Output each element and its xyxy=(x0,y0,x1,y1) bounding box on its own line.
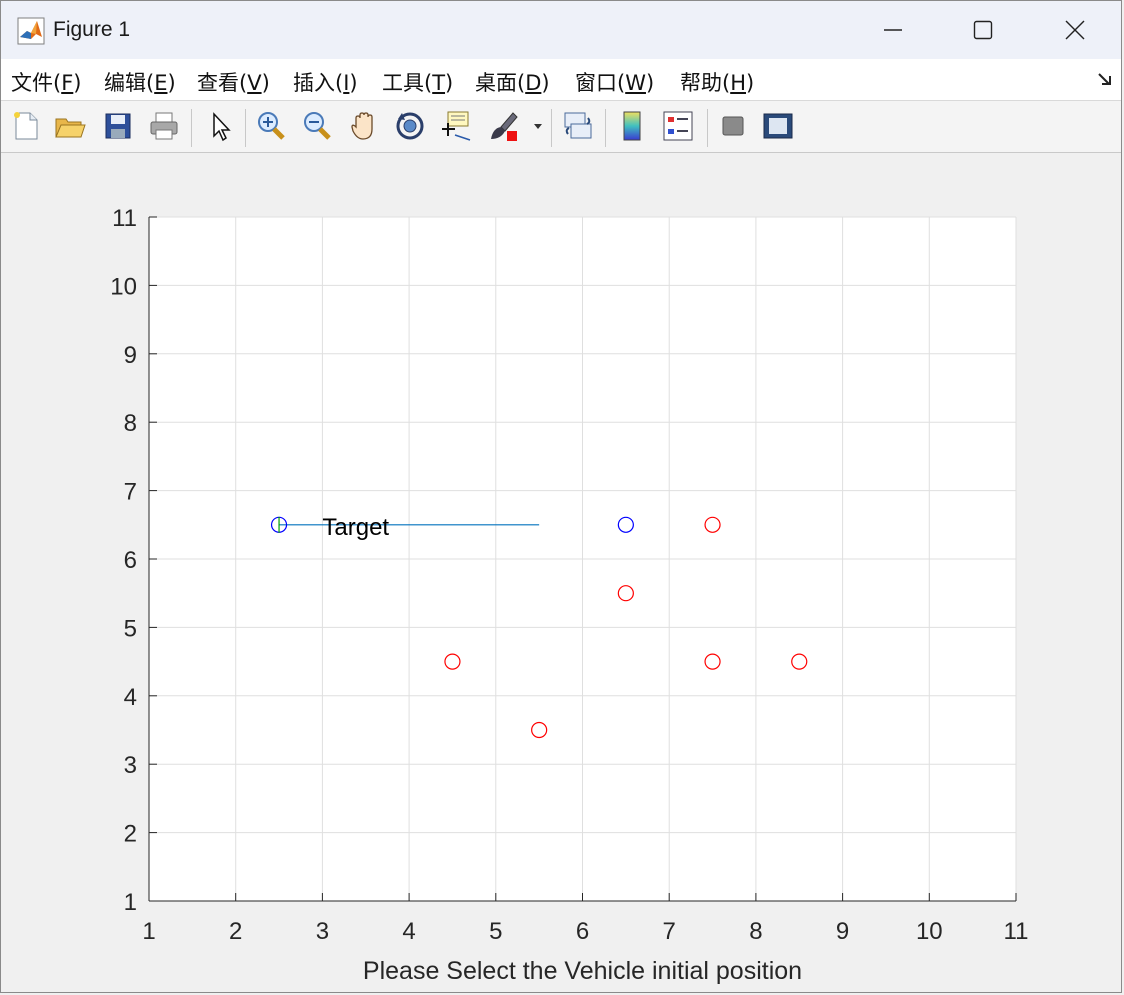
y-tick-label: 8 xyxy=(124,410,137,437)
menu-desktop[interactable]: 桌面(D) xyxy=(475,67,550,97)
menu-edit[interactable]: 编辑(E) xyxy=(104,67,176,97)
y-tick-label: 5 xyxy=(124,615,137,642)
toolbar-separator xyxy=(551,109,552,147)
plot-annotations: Target xyxy=(322,514,389,541)
title-bar: Figure 1 xyxy=(1,1,1121,59)
x-tick-label: 6 xyxy=(576,918,589,945)
figure-canvas-area: 1 2 3 4 5 6 7 8 9 10 11 1 2 3 4 5 6 7 8 9 10 11 Target Please… xyxy=(1,153,1122,993)
zoom-out-icon xyxy=(304,112,331,140)
link-plot-button[interactable] xyxy=(561,109,595,143)
close-button[interactable] xyxy=(1029,1,1121,59)
target-label: Target xyxy=(322,514,389,541)
folder-open-icon xyxy=(55,118,86,138)
hide-tools-icon xyxy=(722,116,744,136)
zoom-in-icon xyxy=(258,112,285,140)
rotate-3d-icon xyxy=(396,112,424,140)
legend-icon xyxy=(663,111,693,141)
x-tick-label: 10 xyxy=(916,918,943,945)
figure-window: Figure 1 文件(F) 编辑(E) 查看(V) 插入(I) 工具(T) 桌… xyxy=(0,0,1122,993)
save-icon xyxy=(105,113,131,139)
zoom-in-button[interactable] xyxy=(254,109,288,143)
x-tick-label: 1 xyxy=(142,918,155,945)
y-tick-label: 4 xyxy=(124,684,137,711)
x-tick-label: 5 xyxy=(489,918,502,945)
y-tick-label: 7 xyxy=(124,479,137,506)
x-tick-label: 8 xyxy=(749,918,762,945)
close-icon xyxy=(1065,20,1085,40)
dock-arrow-icon[interactable] xyxy=(1097,71,1113,87)
menu-window[interactable]: 窗口(W) xyxy=(575,67,654,97)
maximize-button[interactable] xyxy=(937,1,1029,59)
x-tick-label: 7 xyxy=(663,918,676,945)
edit-plot-button[interactable] xyxy=(203,109,237,143)
toolbar-separator xyxy=(245,109,246,147)
window-title: Figure 1 xyxy=(53,18,131,41)
minimize-button[interactable] xyxy=(847,1,939,59)
toolbar-separator xyxy=(605,109,606,147)
x-tick-label: 11 xyxy=(1004,918,1029,945)
toolbar-separator xyxy=(707,109,708,147)
data-cursor-icon xyxy=(442,111,471,141)
new-figure-button[interactable] xyxy=(9,109,43,143)
x-tick-label: 2 xyxy=(229,918,242,945)
zoom-out-button[interactable] xyxy=(300,109,334,143)
print-figure-button[interactable] xyxy=(147,109,181,143)
y-tick-label: 1 xyxy=(124,889,137,916)
menu-file[interactable]: 文件(F) xyxy=(11,67,82,97)
menu-insert[interactable]: 插入(I) xyxy=(293,67,358,97)
printer-icon xyxy=(150,112,178,140)
toolbar-separator xyxy=(191,109,192,147)
plot-svg[interactable]: 1 2 3 4 5 6 7 8 9 10 111234567891011 Target Please… xyxy=(1,153,1122,993)
cursor-arrow-icon xyxy=(213,112,231,142)
brush-button[interactable] xyxy=(487,109,521,143)
show-tools-icon xyxy=(763,113,793,139)
save-figure-button[interactable] xyxy=(101,109,135,143)
x-tick-label: 4 xyxy=(402,918,415,945)
hide-plot-tools-button[interactable] xyxy=(716,109,750,143)
insert-colorbar-button[interactable] xyxy=(615,109,649,143)
brush-icon xyxy=(491,112,518,141)
open-file-button[interactable] xyxy=(53,109,87,143)
new-file-icon xyxy=(14,112,38,140)
menu-tools[interactable]: 工具(T) xyxy=(382,67,453,97)
colorbar-icon xyxy=(623,111,641,141)
x-axis-label: Please Select the Vehicle initial positi… xyxy=(363,957,802,985)
menu-view[interactable]: 查看(V) xyxy=(197,67,270,97)
show-plot-tools-button[interactable] xyxy=(761,109,795,143)
y-tick-label: 6 xyxy=(124,547,137,574)
link-plot-icon xyxy=(564,112,592,139)
dropdown-arrow-icon xyxy=(534,124,542,129)
pan-button[interactable] xyxy=(347,109,381,143)
minimize-icon xyxy=(884,29,902,31)
x-tick-label: 9 xyxy=(836,918,849,945)
y-tick-label: 3 xyxy=(124,752,137,779)
y-tick-label: 2 xyxy=(124,821,137,848)
maximize-icon xyxy=(973,20,993,40)
x-tick-label: 3 xyxy=(316,918,329,945)
y-tick-label: 9 xyxy=(124,342,137,369)
matlab-logo-icon xyxy=(17,17,45,45)
menu-bar: 文件(F) 编辑(E) 查看(V) 插入(I) 工具(T) 桌面(D) 窗口(W… xyxy=(1,59,1121,101)
insert-legend-button[interactable] xyxy=(661,109,695,143)
rotate-3d-button[interactable] xyxy=(393,109,427,143)
brush-dropdown-button[interactable] xyxy=(531,109,545,143)
data-cursor-button[interactable] xyxy=(439,109,473,143)
hand-icon xyxy=(351,112,373,140)
figure-toolbar xyxy=(1,101,1121,153)
y-tick-label: 10 xyxy=(110,273,137,300)
menu-help[interactable]: 帮助(H) xyxy=(680,67,754,97)
y-tick-label: 11 xyxy=(112,205,137,232)
